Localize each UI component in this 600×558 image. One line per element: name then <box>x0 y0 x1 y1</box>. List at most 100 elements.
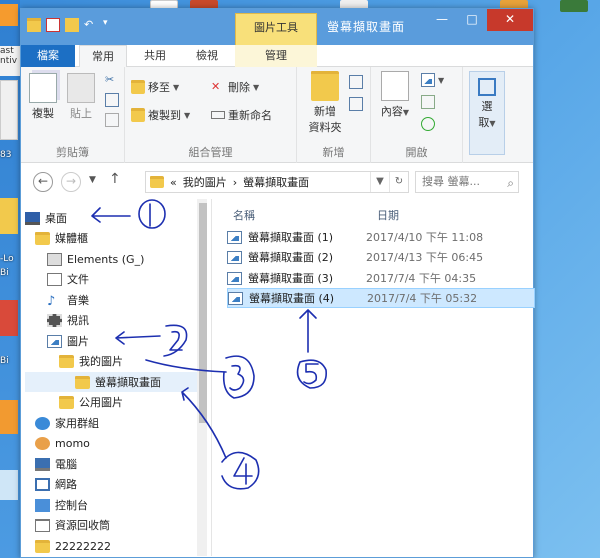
breadcrumb-screenshots[interactable]: 螢幕擷取畫面 <box>243 174 309 190</box>
new-item-icon <box>349 75 363 89</box>
close-button[interactable]: ✕ <box>487 9 533 31</box>
tab-share[interactable]: 共用 <box>131 45 179 67</box>
film-icon <box>47 313 62 327</box>
nav-item-public-pictures[interactable]: 公用圖片 <box>59 392 197 412</box>
tab-manage[interactable]: 管理 <box>235 45 317 67</box>
file-row[interactable]: 螢幕擷取畫面 (2) 2017/4/13 下午 06:45 <box>227 247 535 267</box>
maximize-button[interactable]: □ <box>457 9 487 31</box>
nav-item-elements-drive[interactable]: Elements (G_) <box>47 249 197 269</box>
nav-item-documents[interactable]: 文件 <box>47 269 197 289</box>
nav-item-network[interactable]: 網路 <box>35 474 195 494</box>
desktop-shortcut-icon-3[interactable] <box>0 470 18 500</box>
properties-label: 內容 <box>380 105 403 118</box>
search-input[interactable]: 搜尋 螢幕... ⌕ <box>415 171 519 193</box>
nav-item-desktop[interactable]: 桌面 <box>25 208 195 228</box>
copy-to-icon <box>131 108 145 122</box>
image-file-icon <box>227 271 242 285</box>
nav-item-pictures[interactable]: 圖片 <box>47 331 197 351</box>
nav-item-my-pictures[interactable]: 我的圖片 <box>59 351 197 371</box>
copy-button[interactable]: 複製 <box>27 73 59 121</box>
nav-item-label: 音樂 <box>67 294 89 307</box>
address-overflow[interactable]: « <box>170 176 177 189</box>
nav-item-videos[interactable]: 視訊 <box>47 310 197 330</box>
select-button[interactable]: 選 取▼ <box>469 71 505 155</box>
edit-button[interactable] <box>421 95 435 109</box>
up-button[interactable]: ↑ <box>109 171 121 187</box>
open-button[interactable]: ▼ <box>421 73 444 87</box>
breadcrumb-my-pictures[interactable]: 我的圖片 <box>183 174 227 190</box>
folder-icon <box>75 375 90 389</box>
properties-button[interactable]: 內容▼ <box>377 71 413 119</box>
title-bar[interactable]: ↶ ▾ 圖片工具 螢幕擷取畫面 — □ ✕ <box>21 9 533 45</box>
nav-item-homegroup[interactable]: 家用群組 <box>35 413 195 433</box>
new-group: 新增 資料夾 新增 <box>297 67 371 163</box>
column-header-date[interactable]: 日期 <box>377 207 399 223</box>
open-image-icon <box>421 73 435 87</box>
file-name: 螢幕擷取畫面 (4) <box>249 292 335 305</box>
copy-to-label: 複製到 <box>148 109 181 122</box>
desktop-app-icon[interactable] <box>0 4 18 26</box>
nav-item-libraries[interactable]: 媒體櫃 <box>35 228 195 248</box>
image-file-icon <box>227 250 242 264</box>
search-icon: ⌕ <box>507 176 514 190</box>
rename-button[interactable]: 重新命名 <box>211 107 272 123</box>
column-header-name[interactable]: 名稱 <box>233 207 255 223</box>
nav-item-screenshots[interactable]: 螢幕擷取畫面 <box>25 372 197 392</box>
file-row[interactable]: 螢幕擷取畫面 (1) 2017/4/10 下午 11:08 <box>227 227 535 247</box>
properties-icon[interactable] <box>46 18 60 32</box>
address-bar[interactable]: « 我的圖片 › 螢幕擷取畫面 ▼ ↻ <box>145 171 409 193</box>
desktop-folder-icon[interactable] <box>0 198 18 234</box>
clipboard-group-label: 剪貼簿 <box>56 146 89 159</box>
pane-divider[interactable] <box>211 199 212 556</box>
nav-item-recycle-bin[interactable]: 資源回收筒 <box>35 515 195 535</box>
desktop-shortcut-icon-2[interactable] <box>0 400 18 434</box>
paste-button[interactable]: 貼上 <box>65 73 97 121</box>
nav-item-label: 螢幕擷取畫面 <box>95 376 161 389</box>
history-button[interactable] <box>421 117 435 131</box>
content-area: 桌面 媒體櫃 Elements (G_) 文件 ♪ 音樂 視訊 圖片 我的圖片 螢… <box>21 199 535 556</box>
recent-locations-button[interactable]: ▼ <box>89 175 96 185</box>
new-folder-icon[interactable] <box>65 18 79 32</box>
nav-item-control-panel[interactable]: 控制台 <box>35 495 195 515</box>
nav-scrollbar[interactable] <box>197 199 207 556</box>
minimize-button[interactable]: — <box>427 9 457 31</box>
forward-button[interactable]: → <box>61 172 81 192</box>
organize-group: 移至 ▼ 複製到 ▼ ✕ 刪除 ▼ 重新命名 組合管理 <box>125 67 297 163</box>
tab-file[interactable]: 檔案 <box>21 45 75 67</box>
desktop-shortcut-icon[interactable] <box>0 300 18 336</box>
nav-item-computer[interactable]: 電腦 <box>35 454 195 474</box>
desktop-top-icon[interactable] <box>560 0 588 12</box>
paste-label: 貼上 <box>70 107 92 120</box>
address-dropdown-button[interactable]: ▼ <box>370 172 389 192</box>
nav-scrollbar-thumb[interactable] <box>199 203 207 423</box>
copy-path-button[interactable] <box>105 93 119 107</box>
nav-item-momo[interactable]: momo <box>35 433 195 453</box>
breadcrumb-separator[interactable]: › <box>233 176 237 189</box>
copy-icon <box>29 73 57 103</box>
tab-home[interactable]: 常用 <box>79 45 127 68</box>
move-to-button[interactable]: 移至 ▼ <box>131 79 179 95</box>
cut-button[interactable]: ✂ <box>105 73 119 87</box>
tab-view[interactable]: 檢視 <box>183 45 231 67</box>
delete-label: 刪除 <box>228 81 250 94</box>
copy-to-button[interactable]: 複製到 ▼ <box>131 107 190 123</box>
address-tail: ▼ ↻ <box>370 172 408 192</box>
desktop-icon <box>25 211 40 225</box>
undo-icon[interactable]: ↶ <box>84 18 98 32</box>
new-folder-button[interactable]: 新增 資料夾 <box>305 71 345 135</box>
back-button[interactable]: ← <box>33 172 53 192</box>
chevron-down-icon[interactable]: ▾ <box>103 18 117 32</box>
nav-item-music[interactable]: ♪ 音樂 <box>47 290 197 310</box>
easy-access-button[interactable] <box>349 97 363 111</box>
file-row-selected[interactable]: 螢幕擷取畫面 (4) 2017/7/4 下午 05:32 <box>227 288 535 308</box>
rename-icon <box>211 111 225 119</box>
nav-item-22222222[interactable]: 22222222 <box>35 536 195 556</box>
folder-icon[interactable] <box>27 18 41 32</box>
delete-button[interactable]: ✕ 刪除 ▼ <box>211 79 259 95</box>
refresh-button[interactable]: ↻ <box>389 172 408 192</box>
clipboard-group: 複製 貼上 ✂ 剪貼簿 <box>21 67 125 163</box>
new-item-button[interactable] <box>349 75 363 89</box>
file-row[interactable]: 螢幕擷取畫面 (3) 2017/7/4 下午 04:35 <box>227 268 535 288</box>
paste-shortcut-button[interactable] <box>105 113 119 127</box>
image-file-icon <box>228 291 243 305</box>
